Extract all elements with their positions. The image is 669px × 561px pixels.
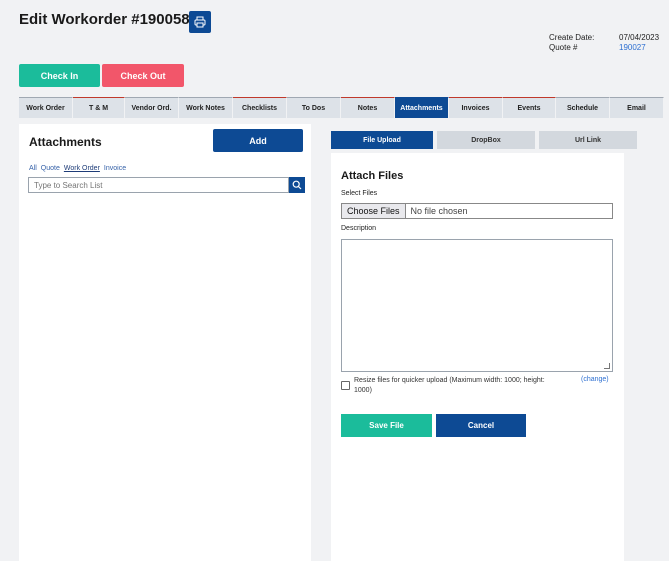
attachment-filters: All Quote Work Order Invoice [29, 165, 126, 172]
tab-email[interactable]: Email [610, 97, 664, 118]
add-button[interactable]: Add [213, 129, 303, 152]
tab-vendor-ord[interactable]: Vendor Ord. [125, 97, 179, 118]
filter-quote[interactable]: Quote [41, 165, 60, 172]
search-input[interactable] [28, 177, 289, 193]
filter-invoice[interactable]: Invoice [104, 165, 126, 172]
check-in-button[interactable]: Check In [19, 64, 100, 87]
filter-all[interactable]: All [29, 165, 37, 172]
resize-text: Resize files for quicker upload (Maximum… [354, 377, 545, 394]
upload-tab-file-upload[interactable]: File Upload [331, 131, 433, 149]
tab-notes[interactable]: Notes [341, 97, 395, 118]
tab-work-order[interactable]: Work Order [19, 97, 73, 118]
tab-work-notes[interactable]: Work Notes [179, 97, 233, 118]
page-title: Edit Workorder #190058 [19, 11, 190, 28]
change-link[interactable]: (change) [581, 376, 609, 383]
meta-labels: Create Date: Quote # [549, 33, 594, 53]
save-file-button[interactable]: Save File [341, 414, 432, 437]
attachments-panel: Attachments Add All Quote Work Order Invoic… [19, 124, 311, 561]
choose-files-button[interactable]: Choose Files [342, 204, 406, 218]
tab-invoices[interactable]: Invoices [449, 97, 503, 118]
no-file-text: No file chosen [410, 206, 468, 216]
workorder-tabs: Work Order T & M Vendor Ord. Work Notes Chec… [19, 97, 664, 118]
search-button[interactable] [289, 177, 305, 193]
print-button[interactable] [189, 11, 211, 33]
upload-tabs: File Upload DropBox Url Link [331, 131, 637, 149]
description-textarea[interactable] [341, 239, 613, 372]
resize-handle-icon[interactable] [604, 363, 610, 369]
meta-values: 07/04/2023 190027 [619, 33, 659, 53]
tab-to-dos[interactable]: To Dos [287, 97, 341, 118]
tab-t-m[interactable]: T & M [73, 97, 125, 118]
create-date-value: 07/04/2023 [619, 33, 660, 42]
file-input[interactable]: Choose Files No file chosen [341, 203, 613, 219]
quote-link[interactable]: 190027 [619, 43, 659, 53]
tab-checklists[interactable]: Checklists [233, 97, 287, 118]
quote-label: Quote # [549, 43, 578, 52]
attach-files-panel: Attach Files Select Files Choose Files N… [331, 153, 624, 561]
tab-events[interactable]: Events [503, 97, 556, 118]
check-out-button[interactable]: Check Out [102, 64, 184, 87]
attachments-title: Attachments [29, 135, 102, 149]
create-date-label: Create Date: [549, 33, 595, 42]
description-label: Description [341, 225, 377, 232]
attach-files-title: Attach Files [341, 170, 404, 182]
tab-attachments[interactable]: Attachments [395, 97, 449, 118]
resize-checkbox[interactable] [341, 381, 350, 390]
select-files-label: Select Files [341, 190, 378, 197]
upload-tab-url-link[interactable]: Url Link [539, 131, 637, 149]
cancel-button[interactable]: Cancel [436, 414, 526, 437]
search-icon [292, 180, 302, 190]
upload-tab-dropbox[interactable]: DropBox [437, 131, 535, 149]
filter-work-order[interactable]: Work Order [64, 165, 100, 172]
tab-schedule[interactable]: Schedule [556, 97, 610, 118]
printer-icon [194, 16, 206, 28]
